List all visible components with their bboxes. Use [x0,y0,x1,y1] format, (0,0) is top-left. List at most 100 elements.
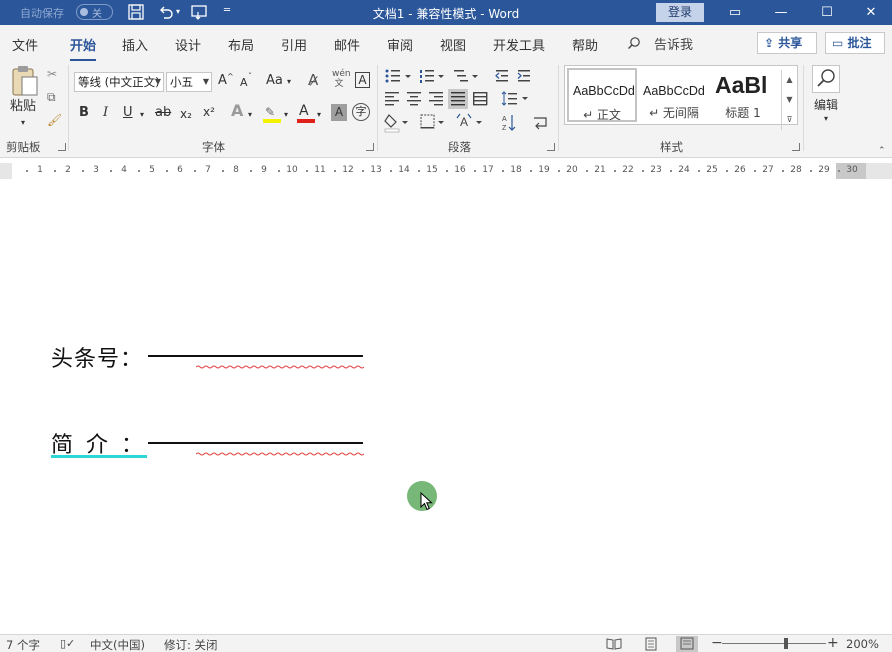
enclose-characters-icon[interactable]: 字 [352,103,370,121]
tell-me-input[interactable]: 告诉我 [654,34,693,53]
ruler-number: 28 [790,165,802,175]
ruler-tick [82,170,84,172]
ruler-tick [558,170,560,172]
tab-developer[interactable]: 开发工具 [493,35,545,54]
ribbon-display-options-icon[interactable]: ▭ [712,0,758,25]
font-color-icon: A [299,103,309,119]
style-no-spacing[interactable]: AaBbCcDd ↵ 无间隔 [639,68,709,122]
chevron-down-icon: ▼ [202,77,209,86]
ruler-number: 25 [706,165,718,175]
print-layout-icon[interactable] [640,636,662,652]
underline-button[interactable]: U [123,105,133,121]
tab-layout[interactable]: 布局 [228,35,254,54]
clipboard-launcher-icon[interactable] [58,143,66,151]
web-layout-icon[interactable] [676,636,698,652]
autosave-label: 自动保存 [20,7,64,20]
highlight-color-button[interactable]: ✎ [262,104,282,124]
word-count[interactable]: 7 个字 [6,637,40,652]
tab-mailings[interactable]: 邮件 [334,35,360,54]
paragraph-tools-row: A AZ [384,113,547,133]
proofing-icon[interactable]: ▯✓ [60,637,75,650]
login-button[interactable]: 登录 [656,3,704,22]
chinese-layout-icon: A [456,113,472,129]
track-changes-status[interactable]: 修订: 关闭 [164,637,218,652]
tab-home[interactable]: 开始 [70,35,97,62]
tab-help[interactable]: 帮助 [572,35,598,54]
tab-view[interactable]: 视图 [440,35,466,54]
zoom-thumb[interactable] [784,638,788,649]
paste-icon[interactable] [10,65,40,97]
share-label: 共享 [778,36,803,50]
headline-label[interactable]: 头条号： [51,341,143,373]
intro-label-underline [51,455,147,458]
font-size-combo[interactable]: 小五 ▼ [166,72,212,92]
touch-mode-icon[interactable] [190,3,208,21]
ruler-number: 8 [233,165,239,175]
ruler-number: 7 [205,165,211,175]
tab-insert[interactable]: 插入 [122,35,148,54]
shrink-font-button[interactable]: A [240,75,248,91]
scroll-down-icon[interactable]: ▼ [782,90,797,110]
horizontal-ruler[interactable]: 1 2 3 4 5 6 7 8 9 10 11 12 13 14 15 16 17 18 19 20 21 22 23 24 2… [0,163,892,179]
paste-label[interactable]: 粘贴 [10,99,36,115]
tab-review[interactable]: 审阅 [387,35,413,54]
change-case-button[interactable]: Aa [266,73,283,89]
superscript-button[interactable]: x² [203,104,215,120]
font-launcher-icon[interactable] [366,143,374,151]
styles-launcher-icon[interactable] [792,143,800,151]
autosave-toggle[interactable]: 关 [76,4,113,20]
character-border-icon[interactable]: A [355,72,370,88]
cut-icon[interactable]: ✂ [47,66,57,82]
clear-formatting-icon[interactable]: A̷ [308,72,318,88]
close-icon[interactable]: ✕ [848,0,892,25]
format-painter-icon[interactable]: 🖌 [47,112,62,128]
paragraph-launcher-icon[interactable] [547,143,555,151]
style-sample: AaBbCcDd [573,84,635,98]
language-indicator[interactable]: 中文(中国) [90,637,145,652]
zoom-in-button[interactable]: + [827,635,839,651]
undo-icon[interactable] [157,3,175,21]
share-button[interactable]: ⇪ 共享 [757,32,817,54]
scroll-up-icon[interactable]: ▲ [782,70,797,90]
style-normal[interactable]: AaBbCcDd ↵ 正文 [567,68,637,122]
lightbulb-search-icon [628,37,640,49]
borders-icon [420,114,435,129]
zoom-level[interactable]: 200% [846,637,879,651]
zoom-slider[interactable] [722,643,826,644]
copy-icon[interactable]: ⧉ [47,89,56,105]
ruler-number: 1 [37,165,43,175]
comments-button[interactable]: ▭ 批注 [825,32,885,54]
maximize-icon[interactable]: ☐ [804,0,850,25]
svg-text:Z: Z [502,125,507,132]
tab-design[interactable]: 设计 [175,35,201,54]
font-color-button[interactable]: A [297,103,315,124]
styles-more-icon[interactable]: ⊽ [782,110,797,130]
tab-file[interactable]: 文件 [12,35,38,54]
document-canvas[interactable]: 头条号： 简 介 ： [0,179,892,634]
intro-underline [148,442,363,444]
style-heading-1[interactable]: AaBl 标题 1 [711,68,775,122]
tab-references[interactable]: 引用 [281,35,307,54]
font-name-combo[interactable]: 等线 (中文正文) ▼ [74,72,164,92]
chevron-down-icon: ▾ [248,110,253,119]
bold-button[interactable]: B [79,105,89,121]
read-mode-icon[interactable] [603,636,625,652]
text-effects-icon[interactable]: A [231,103,243,119]
minimize-icon[interactable]: — [758,0,804,25]
save-icon[interactable] [127,3,145,21]
collapse-ribbon-icon[interactable]: ⌃ [878,143,886,159]
customize-toolbar-icon[interactable]: ═ [224,5,242,23]
phonetic-guide-icon[interactable]: wén 文 [332,69,351,89]
strikethrough-button[interactable]: ab [155,105,171,121]
zoom-out-button[interactable]: − [711,635,723,651]
ruler-number: 22 [622,165,634,175]
ruler-tick [390,170,392,172]
grow-font-button[interactable]: A [218,73,227,89]
character-shading-icon[interactable]: A [331,104,347,121]
italic-button[interactable]: I [103,105,108,121]
ruler-number: 13 [370,165,382,175]
paste-dropdown-icon[interactable]: ▾ [21,115,25,131]
subscript-button[interactable]: x₂ [180,106,192,122]
list-buttons-row [385,69,530,83]
ruler-number: 26 [734,165,746,175]
